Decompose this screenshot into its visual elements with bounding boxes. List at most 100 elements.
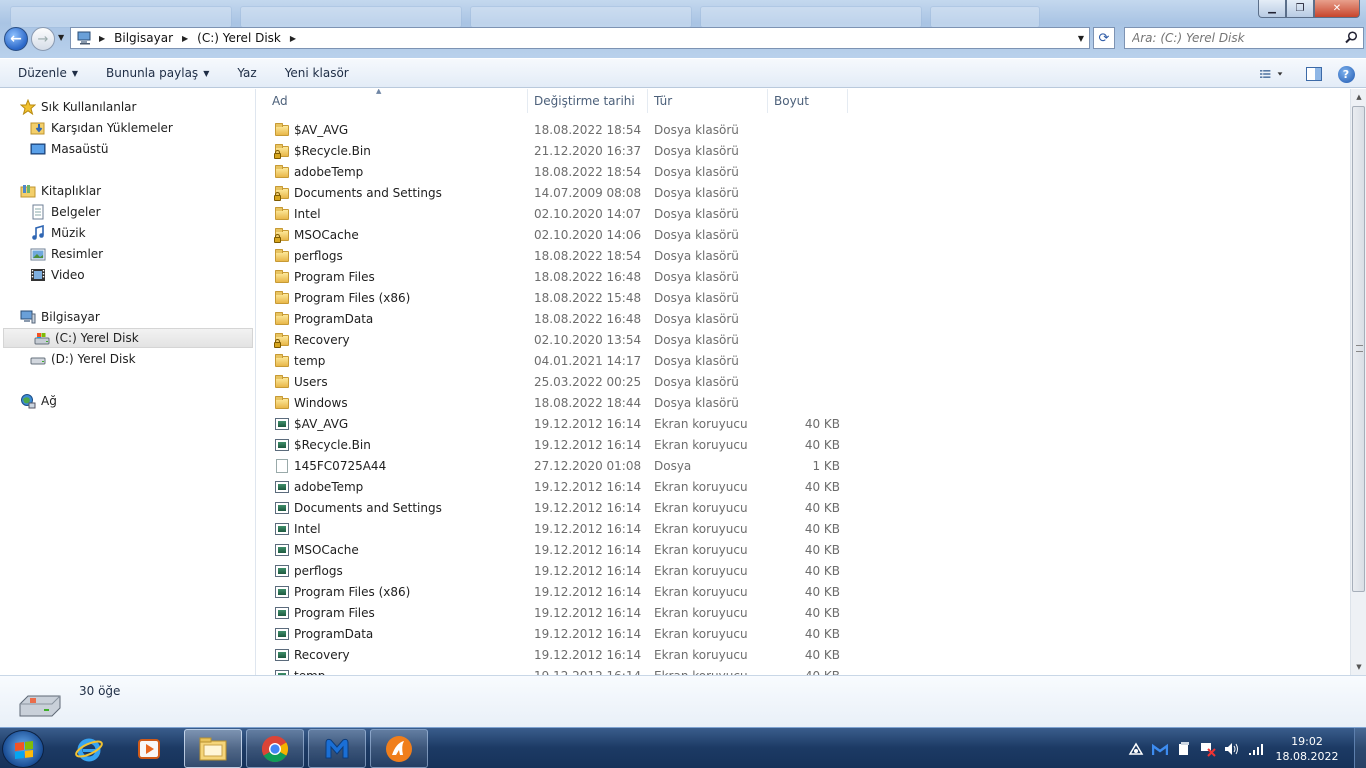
nav-documents-label: Belgeler bbox=[51, 205, 101, 219]
file-row[interactable]: ProgramData 19.12.2012 16:14 Ekran koruyuc… bbox=[256, 623, 856, 644]
file-name-cell: Program Files (x86) bbox=[256, 584, 528, 600]
column-header-date[interactable]: Değiştirme tarihi bbox=[528, 89, 648, 113]
file-row[interactable]: Documents and Settings 19.12.2012 16:14 Ek… bbox=[256, 497, 856, 518]
nav-desktop[interactable]: Masaüstü bbox=[0, 139, 252, 159]
organize-menu[interactable]: Düzenle ▼ bbox=[8, 60, 88, 86]
explorer-icon[interactable] bbox=[184, 729, 242, 768]
file-row[interactable]: $Recycle.Bin 21.12.2020 16:37 Dosya klasör… bbox=[256, 140, 856, 161]
search-icon[interactable] bbox=[1345, 31, 1358, 47]
signal-strength-icon[interactable] bbox=[1248, 741, 1264, 757]
address-history-dropdown[interactable]: ▼ bbox=[1078, 34, 1084, 43]
file-row[interactable]: perflogs 19.12.2012 16:14 Ekran koruyucu 40… bbox=[256, 560, 856, 581]
column-header-type[interactable]: Tür bbox=[648, 89, 768, 113]
file-row[interactable]: MSOCache 02.10.2020 14:06 Dosya klasörü bbox=[256, 224, 856, 245]
scroll-thumb[interactable] bbox=[1352, 106, 1365, 592]
chevron-right-icon[interactable]: ▶ bbox=[182, 34, 188, 43]
file-size: 40 KB bbox=[804, 416, 840, 431]
file-row[interactable]: Program Files (x86) 19.12.2012 16:14 Ekran… bbox=[256, 581, 856, 602]
file-row[interactable]: Program Files 18.08.2022 16:48 Dosya klasö… bbox=[256, 266, 856, 287]
column-size-label: Boyut bbox=[774, 94, 809, 108]
file-row[interactable]: 145FC0725A44 27.12.2020 01:08 Dosya 1 KB bbox=[256, 455, 856, 476]
action-center-icon[interactable] bbox=[1176, 741, 1192, 757]
tray-app-icon[interactable] bbox=[1128, 741, 1144, 757]
file-row[interactable]: perflogs 18.08.2022 18:54 Dosya klasörü bbox=[256, 245, 856, 266]
file-type: Ekran koruyucu bbox=[654, 416, 748, 431]
file-row[interactable]: $AV_AVG 18.08.2022 18:54 Dosya klasörü bbox=[256, 119, 856, 140]
nav-documents[interactable]: Belgeler bbox=[0, 202, 252, 222]
breadcrumb-c-drive[interactable]: (C:) Yerel Disk bbox=[197, 31, 281, 45]
file-name: Recovery bbox=[294, 647, 350, 662]
nav-c-drive-label: (C:) Yerel Disk bbox=[55, 331, 139, 345]
file-row[interactable]: temp19.12.2012 16:14Ekran koruyucu40 KB bbox=[256, 665, 856, 675]
nav-network[interactable]: Ağ bbox=[0, 391, 252, 411]
column-header-name[interactable]: ▲ Ad bbox=[256, 89, 528, 113]
internet-explorer-icon[interactable] bbox=[60, 729, 118, 768]
nav-favorites[interactable]: Sık Kullanılanlar bbox=[0, 97, 252, 117]
share-with-menu[interactable]: Bununla paylaş ▼ bbox=[96, 60, 219, 86]
chevron-right-icon[interactable]: ▶ bbox=[290, 34, 296, 43]
malwarebytes-icon[interactable] bbox=[308, 729, 366, 768]
folder-icon bbox=[274, 122, 290, 138]
scroll-down-button[interactable]: ▼ bbox=[1351, 659, 1366, 675]
minimize-button[interactable]: ▁ bbox=[1258, 0, 1286, 18]
nav-music[interactable]: Müzik bbox=[0, 223, 252, 243]
view-options-button[interactable] bbox=[1260, 63, 1284, 85]
file-row[interactable]: Windows 18.08.2022 18:44 Dosya klasörü bbox=[256, 392, 856, 413]
back-button[interactable]: ← bbox=[4, 27, 28, 51]
file-row[interactable]: Program Files (x86) 18.08.2022 15:48 Dosya… bbox=[256, 287, 856, 308]
chrome-icon[interactable] bbox=[246, 729, 304, 768]
address-bar[interactable]: ▶ Bilgisayar ▶ (C:) Yerel Disk ▶ ▼ bbox=[70, 27, 1090, 49]
file-row[interactable]: Intel 02.10.2020 14:07 Dosya klasörü bbox=[256, 203, 856, 224]
volume-icon[interactable] bbox=[1224, 741, 1240, 757]
file-row[interactable]: temp 04.01.2021 14:17 Dosya klasörü bbox=[256, 350, 856, 371]
new-folder-button[interactable]: Yeni klasör bbox=[275, 60, 359, 86]
nav-computer[interactable]: Bilgisayar bbox=[0, 307, 252, 327]
burn-button[interactable]: Yaz bbox=[227, 60, 266, 86]
help-button[interactable]: ? bbox=[1334, 63, 1358, 85]
chevron-right-icon[interactable]: ▶ bbox=[99, 34, 105, 43]
nav-c-drive[interactable]: (C:) Yerel Disk bbox=[3, 328, 253, 348]
file-row[interactable]: $AV_AVG 19.12.2012 16:14 Ekran koruyucu 40 … bbox=[256, 413, 856, 434]
search-input[interactable] bbox=[1132, 31, 1332, 45]
file-row[interactable]: Intel 19.12.2012 16:14 Ekran koruyucu 40 KB bbox=[256, 518, 856, 539]
nav-d-drive[interactable]: (D:) Yerel Disk bbox=[0, 349, 252, 369]
vertical-scrollbar[interactable]: ▲ ▼ bbox=[1350, 89, 1366, 675]
search-box[interactable] bbox=[1124, 27, 1364, 49]
file-row[interactable]: Program Files 19.12.2012 16:14 Ekran koruy… bbox=[256, 602, 856, 623]
forward-button[interactable]: → bbox=[31, 27, 55, 51]
nav-libraries[interactable]: Kitaplıklar bbox=[0, 181, 252, 201]
restore-button[interactable]: ❐ bbox=[1286, 0, 1314, 18]
file-row[interactable]: Users 25.03.2022 00:25 Dosya klasörü bbox=[256, 371, 856, 392]
network-disconnected-icon[interactable] bbox=[1200, 741, 1216, 757]
file-name-cell: $Recycle.Bin bbox=[256, 437, 528, 453]
file-row[interactable]: Documents and Settings 14.07.2009 08:08 Do… bbox=[256, 182, 856, 203]
scroll-up-button[interactable]: ▲ bbox=[1351, 89, 1366, 105]
file-name: Program Files bbox=[294, 269, 375, 284]
preview-pane-button[interactable] bbox=[1302, 63, 1326, 85]
nav-downloads[interactable]: Karşıdan Yüklemeler bbox=[0, 118, 252, 138]
file-name-cell: Users bbox=[256, 374, 528, 390]
nav-pictures[interactable]: Resimler bbox=[0, 244, 252, 264]
show-desktop-button[interactable] bbox=[1354, 728, 1366, 768]
file-row[interactable]: $Recycle.Bin 19.12.2012 16:14 Ekran koruyu… bbox=[256, 434, 856, 455]
file-row[interactable]: ProgramData 18.08.2022 16:48 Dosya klasörü bbox=[256, 308, 856, 329]
file-row[interactable]: adobeTemp 19.12.2012 16:14 Ekran koruyucu 4… bbox=[256, 476, 856, 497]
file-row[interactable]: adobeTemp 18.08.2022 18:54 Dosya klasörü bbox=[256, 161, 856, 182]
malwarebytes-tray-icon[interactable] bbox=[1152, 741, 1168, 757]
file-name-cell: perflogs bbox=[256, 563, 528, 579]
file-row[interactable]: Recovery 19.12.2012 16:14 Ekran koruyucu 40… bbox=[256, 644, 856, 665]
file-row[interactable]: MSOCache 19.12.2012 16:14 Ekran koruyucu 40… bbox=[256, 539, 856, 560]
start-button[interactable] bbox=[2, 730, 44, 768]
file-type: Dosya klasörü bbox=[654, 374, 739, 389]
close-button[interactable]: ✕ bbox=[1314, 0, 1360, 18]
avast-icon[interactable] bbox=[370, 729, 428, 768]
refresh-button[interactable]: ⟳ bbox=[1093, 27, 1115, 49]
breadcrumb-computer[interactable]: Bilgisayar bbox=[114, 31, 173, 45]
item-count: 30 öğe bbox=[79, 684, 121, 698]
nav-videos[interactable]: Video bbox=[0, 265, 252, 285]
file-row[interactable]: Recovery 02.10.2020 13:54 Dosya klasörü bbox=[256, 329, 856, 350]
media-player-icon[interactable] bbox=[120, 729, 178, 768]
clock[interactable]: 19:02 18.08.2022 bbox=[1272, 734, 1342, 764]
recent-pages-dropdown[interactable]: ▼ bbox=[58, 33, 64, 42]
column-header-size[interactable]: Boyut bbox=[768, 89, 848, 113]
